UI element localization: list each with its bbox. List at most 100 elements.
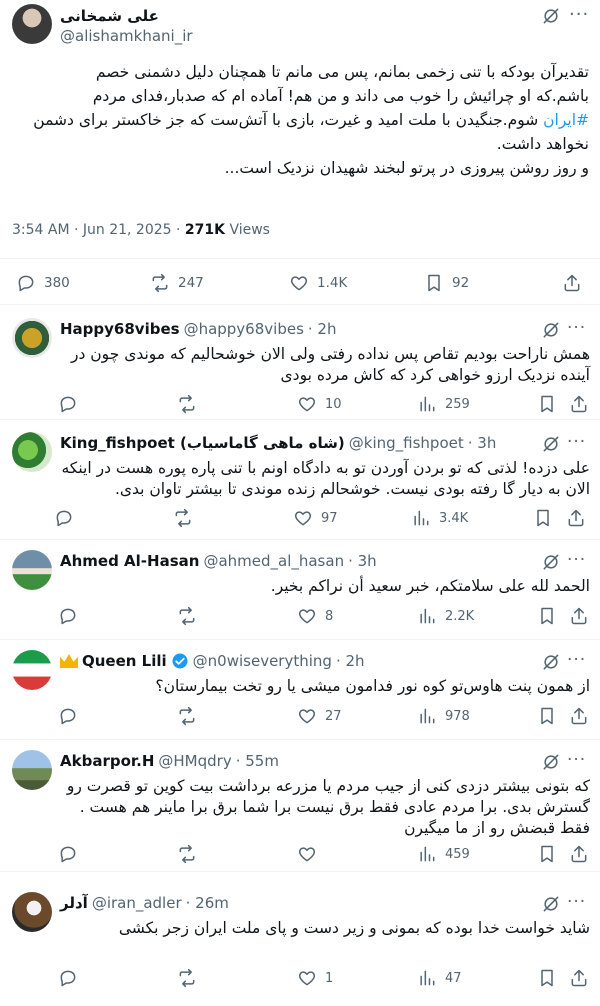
- repost-icon: [177, 844, 197, 864]
- reply-author-handle[interactable]: @king_fishpoet: [349, 434, 464, 452]
- reply-item[interactable]: Ahmed Al-Hasan @ahmed_al_hasan · 3h ··· …: [0, 540, 600, 640]
- repost-button[interactable]: [177, 606, 205, 626]
- share-button[interactable]: [569, 968, 589, 988]
- reply-author-handle[interactable]: @HMqdry: [158, 752, 231, 770]
- grok-icon[interactable]: [541, 894, 561, 918]
- reply-time[interactable]: · 3h: [468, 434, 497, 452]
- like-button[interactable]: 1.4K: [289, 273, 347, 293]
- reply-author-name[interactable]: King_fishpoet (شاه ماهی گاماسیاب): [60, 434, 345, 452]
- reply-author-handle[interactable]: @iran_adler: [92, 894, 182, 912]
- repost-button[interactable]: [173, 508, 201, 528]
- views-button[interactable]: 978: [417, 706, 470, 726]
- share-button[interactable]: [569, 844, 589, 864]
- timestamp[interactable]: 3:54 AM · Jun 21, 2025 ·: [12, 222, 185, 238]
- more-icon[interactable]: ···: [567, 318, 586, 338]
- grok-icon[interactable]: [541, 320, 561, 344]
- reply-time[interactable]: · 55m: [236, 752, 279, 770]
- reply-action-bar: 1 47: [0, 968, 600, 992]
- avatar[interactable]: [12, 892, 52, 932]
- reply-time[interactable]: · 26m: [186, 894, 229, 912]
- bookmark-button[interactable]: [537, 968, 557, 988]
- reply-item[interactable]: Happy68vibes @happy68vibes · 2h ··· همش …: [0, 308, 600, 420]
- more-icon[interactable]: ···: [567, 892, 586, 912]
- grok-icon[interactable]: [541, 552, 561, 576]
- like-button[interactable]: [297, 844, 325, 864]
- bookmark-button[interactable]: [537, 606, 557, 626]
- avatar[interactable]: [12, 750, 52, 790]
- reply-time[interactable]: · 3h: [348, 552, 377, 570]
- repost-button[interactable]: [177, 968, 205, 988]
- reply-author-name[interactable]: Ahmed Al-Hasan: [60, 552, 199, 570]
- views-button[interactable]: 2.2K: [417, 606, 474, 626]
- reply-author-handle[interactable]: @ahmed_al_hasan: [203, 552, 344, 570]
- reply-author-name[interactable]: Queen Lili: [82, 652, 167, 670]
- views-count: 271K: [184, 222, 225, 238]
- repost-button[interactable]: [177, 706, 205, 726]
- views-button[interactable]: 459: [417, 844, 470, 864]
- avatar[interactable]: [12, 432, 52, 472]
- more-icon[interactable]: ···: [567, 650, 586, 670]
- like-button[interactable]: 8: [297, 606, 333, 626]
- reply-icon: [58, 968, 78, 988]
- more-icon[interactable]: ···: [569, 4, 589, 25]
- reply-button[interactable]: [58, 968, 86, 988]
- bookmark-button[interactable]: [537, 706, 557, 726]
- repost-button[interactable]: 247: [150, 273, 204, 293]
- reply-action-bar: 459: [0, 844, 600, 868]
- reply-author-name[interactable]: Happy68vibes: [60, 320, 180, 338]
- views-button[interactable]: 259: [417, 394, 470, 414]
- share-button[interactable]: [569, 606, 589, 626]
- grok-icon[interactable]: [541, 652, 561, 676]
- bookmark-button[interactable]: [533, 508, 553, 528]
- bookmark-button[interactable]: 92: [424, 273, 469, 293]
- hashtag-link[interactable]: #ایران: [543, 111, 589, 129]
- reply-author-handle[interactable]: @happy68vibes: [184, 320, 304, 338]
- reply-author-name[interactable]: Akbarpor.H: [60, 752, 154, 770]
- share-button[interactable]: [569, 394, 589, 414]
- reply-item[interactable]: آدلر @iran_adler · 26m ··· شاید خواست خد…: [0, 872, 600, 1006]
- repost-button[interactable]: [177, 844, 205, 864]
- more-icon[interactable]: ···: [567, 750, 586, 770]
- avatar[interactable]: [12, 318, 52, 358]
- reply-item[interactable]: Queen Lili @n0wiseverything · 2h ··· از …: [0, 640, 600, 740]
- repost-button[interactable]: [177, 394, 205, 414]
- more-icon[interactable]: ···: [567, 432, 586, 452]
- like-button[interactable]: 10: [297, 394, 342, 414]
- like-button[interactable]: 1: [297, 968, 333, 988]
- reply-button[interactable]: [58, 844, 86, 864]
- reply-action-bar: 97 3.4K: [0, 508, 600, 532]
- grok-icon[interactable]: [541, 752, 561, 776]
- author-handle[interactable]: @alishamkhani_ir: [60, 27, 193, 45]
- reply-author-handle[interactable]: @n0wiseverything: [193, 652, 332, 670]
- grok-icon[interactable]: [541, 6, 561, 30]
- more-icon[interactable]: ···: [567, 550, 586, 570]
- share-button[interactable]: [569, 706, 589, 726]
- reply-button[interactable]: [58, 394, 86, 414]
- tweet-text: تقدیرآن بودکه با تنی زخمی بمانم، پس می م…: [14, 60, 589, 180]
- share-button[interactable]: [566, 508, 586, 528]
- reply-button[interactable]: [54, 508, 82, 528]
- reply-icon: [58, 844, 78, 864]
- reply-item[interactable]: Akbarpor.H @HMqdry · 55m ··· که بتونی بی…: [0, 740, 600, 872]
- main-tweet: علی شمخانی @alishamkhani_ir ··· تقدیرآن …: [0, 0, 600, 305]
- like-button[interactable]: 97: [293, 508, 338, 528]
- avatar[interactable]: [12, 650, 52, 690]
- views-button[interactable]: 3.4K: [411, 508, 468, 528]
- reply-author-name[interactable]: آدلر: [60, 894, 88, 912]
- reply-button[interactable]: 380: [16, 273, 70, 293]
- reply-time[interactable]: · 2h: [308, 320, 337, 338]
- reply-button[interactable]: [58, 706, 86, 726]
- reply-time[interactable]: · 2h: [336, 652, 365, 670]
- bookmark-button[interactable]: [537, 844, 557, 864]
- reply-item[interactable]: King_fishpoet (شاه ماهی گاماسیاب) @king_…: [0, 420, 600, 540]
- author-name[interactable]: علی شمخانی: [60, 7, 159, 25]
- like-button[interactable]: 27: [297, 706, 342, 726]
- share-button[interactable]: [562, 273, 582, 293]
- avatar[interactable]: [12, 550, 52, 590]
- tweet-line-2: باشم.که او چرائیش را خوب می داند و من هم…: [92, 87, 589, 105]
- grok-icon[interactable]: [541, 434, 561, 458]
- views-button[interactable]: 47: [417, 968, 462, 988]
- author-avatar[interactable]: [12, 4, 52, 44]
- bookmark-button[interactable]: [537, 394, 557, 414]
- reply-button[interactable]: [58, 606, 86, 626]
